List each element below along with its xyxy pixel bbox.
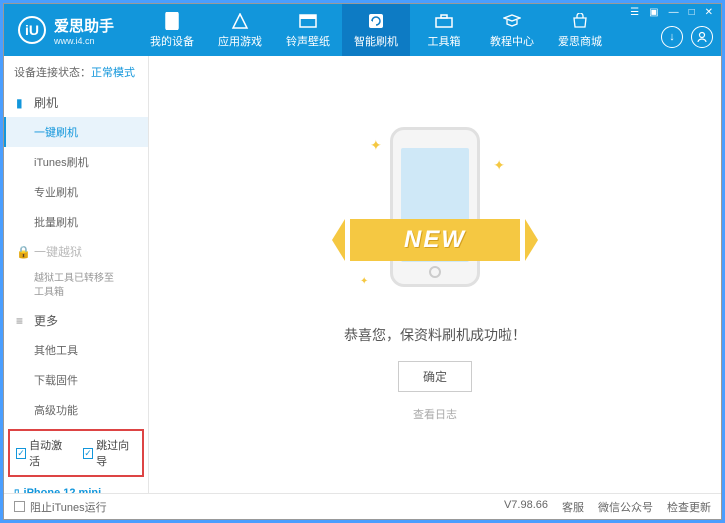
section-flash[interactable]: ▮ 刷机 — [4, 88, 148, 117]
sidebar-item-other[interactable]: 其他工具 — [4, 335, 148, 365]
block-itunes-label: 阻止iTunes运行 — [30, 499, 107, 515]
footer: 阻止iTunes运行 V7.98.66 客服 微信公众号 检查更新 — [4, 493, 721, 519]
auto-activate-checkbox[interactable]: ✓自动激活 — [16, 437, 69, 469]
tutorial-icon — [502, 12, 522, 30]
block-itunes-checkbox[interactable] — [14, 501, 25, 512]
update-link[interactable]: 检查更新 — [667, 499, 711, 515]
jailbreak-note: 越狱工具已转移至 工具箱 — [4, 266, 148, 306]
skins-icon[interactable]: ▣ — [647, 7, 660, 18]
section-more[interactable]: ≡ 更多 — [4, 306, 148, 335]
body: 设备连接状态：正常模式 ▮ 刷机 一键刷机 iTunes刷机 专业刷机 批量刷机… — [4, 56, 721, 493]
wallpaper-icon — [298, 12, 318, 30]
sidebar-item-advanced[interactable]: 高级功能 — [4, 395, 148, 425]
sidebar-item-itunes[interactable]: iTunes刷机 — [4, 147, 148, 177]
maximize-icon[interactable]: □ — [687, 7, 697, 18]
view-log-link[interactable]: 查看日志 — [413, 406, 457, 422]
tab-my-device[interactable]: 我的设备 — [138, 4, 206, 56]
app-name: 爱思助手 — [54, 18, 114, 35]
success-message: 恭喜您，保资料刷机成功啦！ — [344, 325, 526, 345]
logo: iU 爱思助手 www.i4.cn — [4, 15, 128, 46]
close-icon[interactable]: ✕ — [703, 7, 715, 18]
logo-icon: iU — [18, 16, 46, 44]
titlebar-actions: ↓ — [661, 26, 713, 48]
window-controls: ☰ ▣ — □ ✕ — [628, 7, 715, 18]
store-icon — [570, 12, 590, 30]
skip-guide-checkbox[interactable]: ✓跳过向导 — [83, 437, 136, 469]
options-box: ✓自动激活 ✓跳过向导 — [8, 429, 144, 477]
version-label: V7.98.66 — [504, 499, 548, 515]
sidebar: 设备连接状态：正常模式 ▮ 刷机 一键刷机 iTunes刷机 专业刷机 批量刷机… — [4, 56, 149, 493]
main-content: ✦ ✦ ✦ NEW 恭喜您，保资料刷机成功啦！ 确定 查看日志 — [149, 56, 721, 493]
phone-small-icon: ▮ — [16, 97, 28, 109]
device-info[interactable]: ▯iPhone 12 mini 64GB Down-12mini-13,1 — [4, 481, 148, 493]
sidebar-item-oneclick[interactable]: 一键刷机 — [4, 117, 148, 147]
section-jailbreak: 🔒 一键越狱 — [4, 237, 148, 266]
sidebar-item-pro[interactable]: 专业刷机 — [4, 177, 148, 207]
menu-icon[interactable]: ☰ — [628, 7, 641, 18]
tab-store[interactable]: 爱思商城 — [546, 4, 614, 56]
apps-icon — [230, 12, 250, 30]
app-window: iU 爱思助手 www.i4.cn 我的设备 应用游戏 铃声壁纸 智能刷机 工具… — [3, 3, 722, 520]
tab-tools[interactable]: 工具箱 — [410, 4, 478, 56]
sidebar-item-download[interactable]: 下载固件 — [4, 365, 148, 395]
toolbox-icon — [434, 12, 454, 30]
connection-status: 设备连接状态：正常模式 — [4, 56, 148, 88]
more-icon: ≡ — [16, 315, 28, 327]
flash-icon — [366, 12, 386, 30]
phone-icon — [162, 12, 182, 30]
sidebar-item-batch[interactable]: 批量刷机 — [4, 207, 148, 237]
user-icon[interactable] — [691, 26, 713, 48]
service-link[interactable]: 客服 — [562, 499, 584, 515]
tab-flash[interactable]: 智能刷机 — [342, 4, 410, 56]
minimize-icon[interactable]: — — [667, 7, 681, 18]
lock-icon: 🔒 — [16, 246, 28, 258]
app-url: www.i4.cn — [54, 36, 114, 46]
ok-button[interactable]: 确定 — [398, 361, 472, 392]
new-ribbon: NEW — [350, 219, 520, 261]
tab-apps[interactable]: 应用游戏 — [206, 4, 274, 56]
tab-tutorials[interactable]: 教程中心 — [478, 4, 546, 56]
download-icon[interactable]: ↓ — [661, 26, 683, 48]
nav-tabs: 我的设备 应用游戏 铃声壁纸 智能刷机 工具箱 教程中心 爱思商城 — [138, 4, 614, 56]
success-illustration: ✦ ✦ ✦ NEW — [350, 127, 520, 307]
wechat-link[interactable]: 微信公众号 — [598, 499, 653, 515]
titlebar: iU 爱思助手 www.i4.cn 我的设备 应用游戏 铃声壁纸 智能刷机 工具… — [4, 4, 721, 56]
tab-ringtones[interactable]: 铃声壁纸 — [274, 4, 342, 56]
